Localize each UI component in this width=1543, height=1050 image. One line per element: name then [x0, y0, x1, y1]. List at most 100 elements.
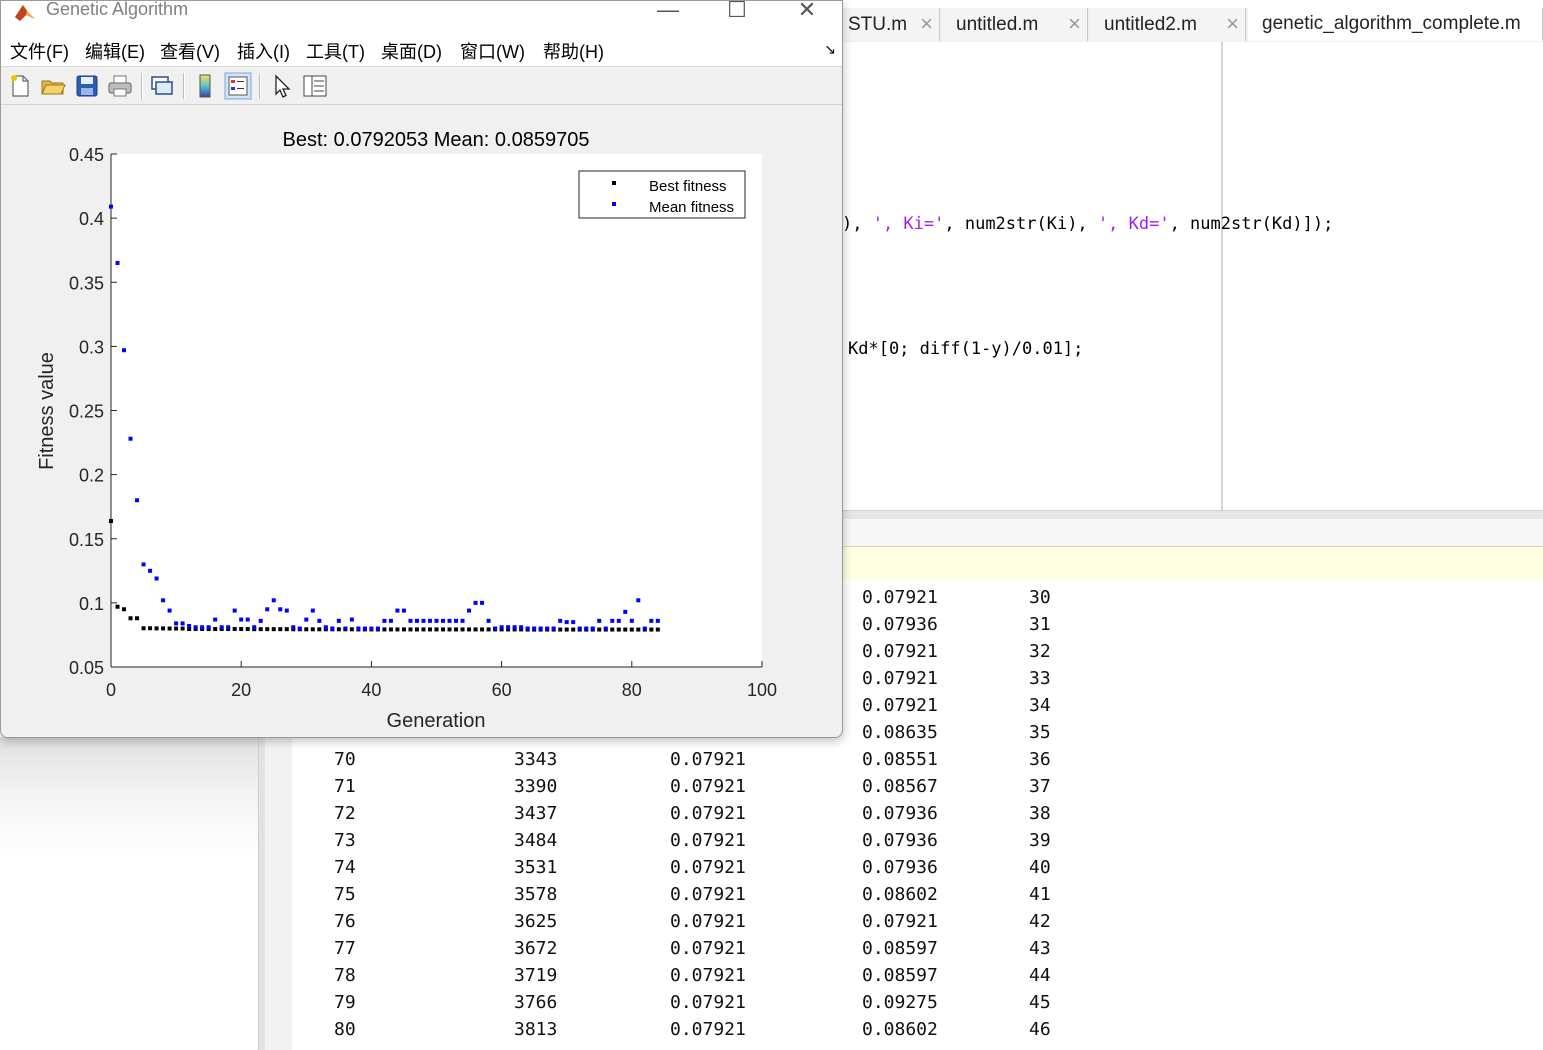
menu-insert[interactable]: 插入(I): [237, 38, 290, 64]
best-fitness-point: [460, 627, 465, 632]
code-editor[interactable]: [842, 42, 1543, 510]
figure-menu-bar: 文件(F) 编辑(E) 查看(V) 插入(I) 工具(T) 桌面(D) 窗口(W…: [1, 33, 842, 67]
mean-fitness-point: [584, 626, 589, 631]
tab-genetic-algorithm-complete[interactable]: genetic_algorithm_complete.m: [1248, 8, 1543, 41]
legend-marker-mean: [612, 202, 616, 206]
edit-plot-arrow-icon[interactable]: [268, 72, 296, 100]
mean-fitness-point: [278, 607, 283, 612]
func-count-cell: 3484: [514, 830, 558, 851]
best-fitness-point: [174, 626, 179, 631]
tab-untitled2[interactable]: untitled2.m ×: [1090, 8, 1246, 41]
mean-fitness-point: [545, 626, 550, 631]
func-count-cell: 3672: [514, 938, 558, 959]
legend[interactable]: Best fitness Mean fitness: [578, 170, 746, 219]
mean-fitness-point: [532, 626, 537, 631]
best-fitness-point: [564, 627, 569, 632]
mean-fitness-point: [115, 261, 120, 266]
panel-gutter: [259, 737, 292, 1050]
save-icon[interactable]: [73, 72, 101, 100]
mean-fitness-point: [499, 625, 504, 630]
mean-fitness-point: [141, 562, 146, 567]
mean-fitness-cell: 0.07921: [862, 587, 938, 608]
mean-fitness-point: [336, 618, 341, 623]
figure-title-bar[interactable]: Genetic Algorithm — ☐ ✕: [1, 1, 842, 33]
fitness-chart[interactable]: 0 20 40 60 80 100 0.05 0.1 0.15 0.2 0.25 0.3 0.35 0.4…: [2, 105, 840, 737]
generation-cell: 71: [334, 776, 356, 797]
func-count-cell: 3390: [514, 776, 558, 797]
mean-fitness-point: [154, 576, 159, 581]
menu-file[interactable]: 文件(F): [10, 38, 69, 64]
toolbar-separator: [141, 73, 143, 99]
legend-label-best: Best fitness: [649, 178, 727, 195]
expand-toolbar-icon[interactable]: ↘: [824, 41, 836, 58]
y-tick-label: 0.15: [69, 530, 104, 550]
colorbar-icon[interactable]: [191, 72, 219, 100]
toolbar-separator: [259, 73, 261, 99]
mean-fitness-point: [349, 617, 354, 622]
tab-untitled[interactable]: untitled.m ×: [942, 8, 1088, 41]
mean-fitness-point: [180, 621, 185, 626]
menu-edit[interactable]: 编辑(E): [85, 38, 145, 64]
new-figure-icon[interactable]: [6, 72, 34, 100]
print-icon[interactable]: [106, 72, 134, 100]
best-fitness-point: [349, 627, 354, 632]
mean-fitness-point: [473, 600, 478, 605]
best-fitness-cell: 0.07921: [670, 965, 746, 986]
tab-label: genetic_algorithm_complete.m: [1262, 13, 1521, 34]
menu-tools[interactable]: 工具(T): [306, 38, 365, 64]
stall-generations-cell: 33: [1029, 668, 1051, 689]
y-tick-label: 0.2: [79, 466, 104, 486]
best-fitness-cell: 0.07921: [670, 803, 746, 824]
mean-fitness-point: [128, 436, 133, 441]
mean-fitness-point: [421, 618, 426, 623]
x-tick-label: 80: [622, 680, 642, 700]
legend-icon[interactable]: [224, 72, 252, 100]
figure-window[interactable]: Genetic Algorithm — ☐ ✕ 文件(F) 编辑(E) 查看(V…: [0, 0, 843, 738]
property-inspector-icon[interactable]: [301, 72, 329, 100]
close-icon[interactable]: ×: [920, 11, 933, 37]
func-count-cell: 3343: [514, 749, 558, 770]
best-fitness-point: [128, 616, 133, 621]
mean-fitness-point: [441, 618, 446, 623]
maximize-icon[interactable]: ☐: [717, 1, 757, 23]
y-tick-label: 0.3: [79, 337, 104, 357]
tab-stu[interactable]: STU.m ×: [842, 8, 940, 41]
mean-fitness-point: [284, 608, 289, 613]
stall-generations-cell: 35: [1029, 722, 1051, 743]
link-plot-icon[interactable]: [148, 72, 176, 100]
best-fitness-point: [655, 627, 660, 632]
mean-fitness-point: [642, 626, 647, 631]
mean-fitness-point: [493, 626, 498, 631]
menu-window[interactable]: 窗口(W): [460, 38, 525, 64]
close-icon[interactable]: ×: [1068, 11, 1081, 37]
menu-help[interactable]: 帮助(H): [543, 38, 604, 64]
best-fitness-cell: 0.07921: [670, 992, 746, 1013]
best-fitness-point: [408, 627, 413, 632]
best-fitness-point: [434, 627, 439, 632]
mean-fitness-point: [629, 618, 634, 623]
open-icon[interactable]: [39, 72, 67, 100]
close-icon[interactable]: ✕: [787, 1, 827, 23]
best-fitness-point: [480, 627, 485, 632]
mean-fitness-point: [245, 617, 250, 622]
stall-generations-cell: 42: [1029, 911, 1051, 932]
mean-fitness-point: [161, 598, 166, 603]
close-icon[interactable]: ×: [1226, 11, 1239, 37]
code-string: ', Kd=': [1097, 214, 1170, 234]
menu-view[interactable]: 查看(V): [160, 38, 220, 64]
best-fitness-point: [232, 627, 237, 632]
mean-fitness-point: [467, 608, 472, 613]
mean-fitness-point: [564, 620, 569, 625]
mean-fitness-point: [226, 625, 231, 630]
menu-desktop[interactable]: 桌面(D): [381, 38, 442, 64]
mean-fitness-cell: 0.07936: [862, 803, 938, 824]
best-fitness-cell: 0.07921: [670, 776, 746, 797]
y-tick-label: 0.4: [79, 209, 104, 229]
mean-fitness-point: [323, 625, 328, 630]
mean-fitness-cell: 0.07936: [862, 830, 938, 851]
workspace-panel[interactable]: [0, 737, 259, 1050]
best-fitness-point: [265, 627, 270, 632]
mean-fitness-point: [408, 618, 413, 623]
best-fitness-cell: 0.07921: [670, 857, 746, 878]
minimize-icon[interactable]: —: [648, 1, 688, 23]
